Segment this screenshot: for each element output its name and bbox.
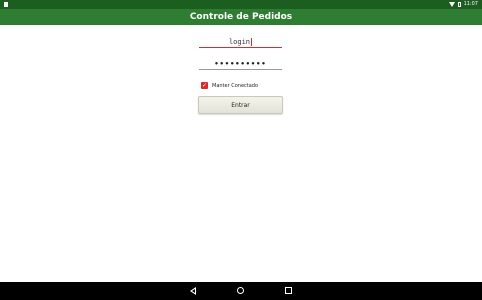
back-icon-inner [192, 289, 195, 293]
login-button[interactable]: Entrar [198, 96, 283, 114]
keep-connected-label: Manter Conectado [212, 82, 259, 89]
login-button-label: Entrar [231, 101, 250, 109]
password-input[interactable]: •••••••••• [199, 58, 282, 70]
password-value: •••••••••• [214, 59, 267, 68]
clock: 11:07 [463, 1, 478, 7]
recent-apps-icon[interactable] [285, 287, 292, 294]
app-bar: Controle de Pedidos [0, 9, 482, 25]
status-icons: 11:07 [448, 1, 478, 8]
status-bar: 11:07 [0, 0, 482, 9]
home-icon[interactable] [237, 287, 244, 294]
app-title: Controle de Pedidos [189, 12, 293, 22]
wifi-icon [448, 2, 455, 7]
keep-connected-checkbox[interactable]: ✓ [201, 82, 208, 89]
notification-icon [4, 2, 8, 7]
back-icon[interactable] [190, 287, 196, 295]
text-cursor [251, 37, 253, 46]
battery-icon [457, 2, 461, 7]
navigation-bar [0, 282, 482, 300]
login-value: login [228, 37, 251, 46]
keep-connected-row[interactable]: ✓ Manter Conectado [201, 82, 258, 89]
login-input[interactable]: login [199, 36, 282, 48]
